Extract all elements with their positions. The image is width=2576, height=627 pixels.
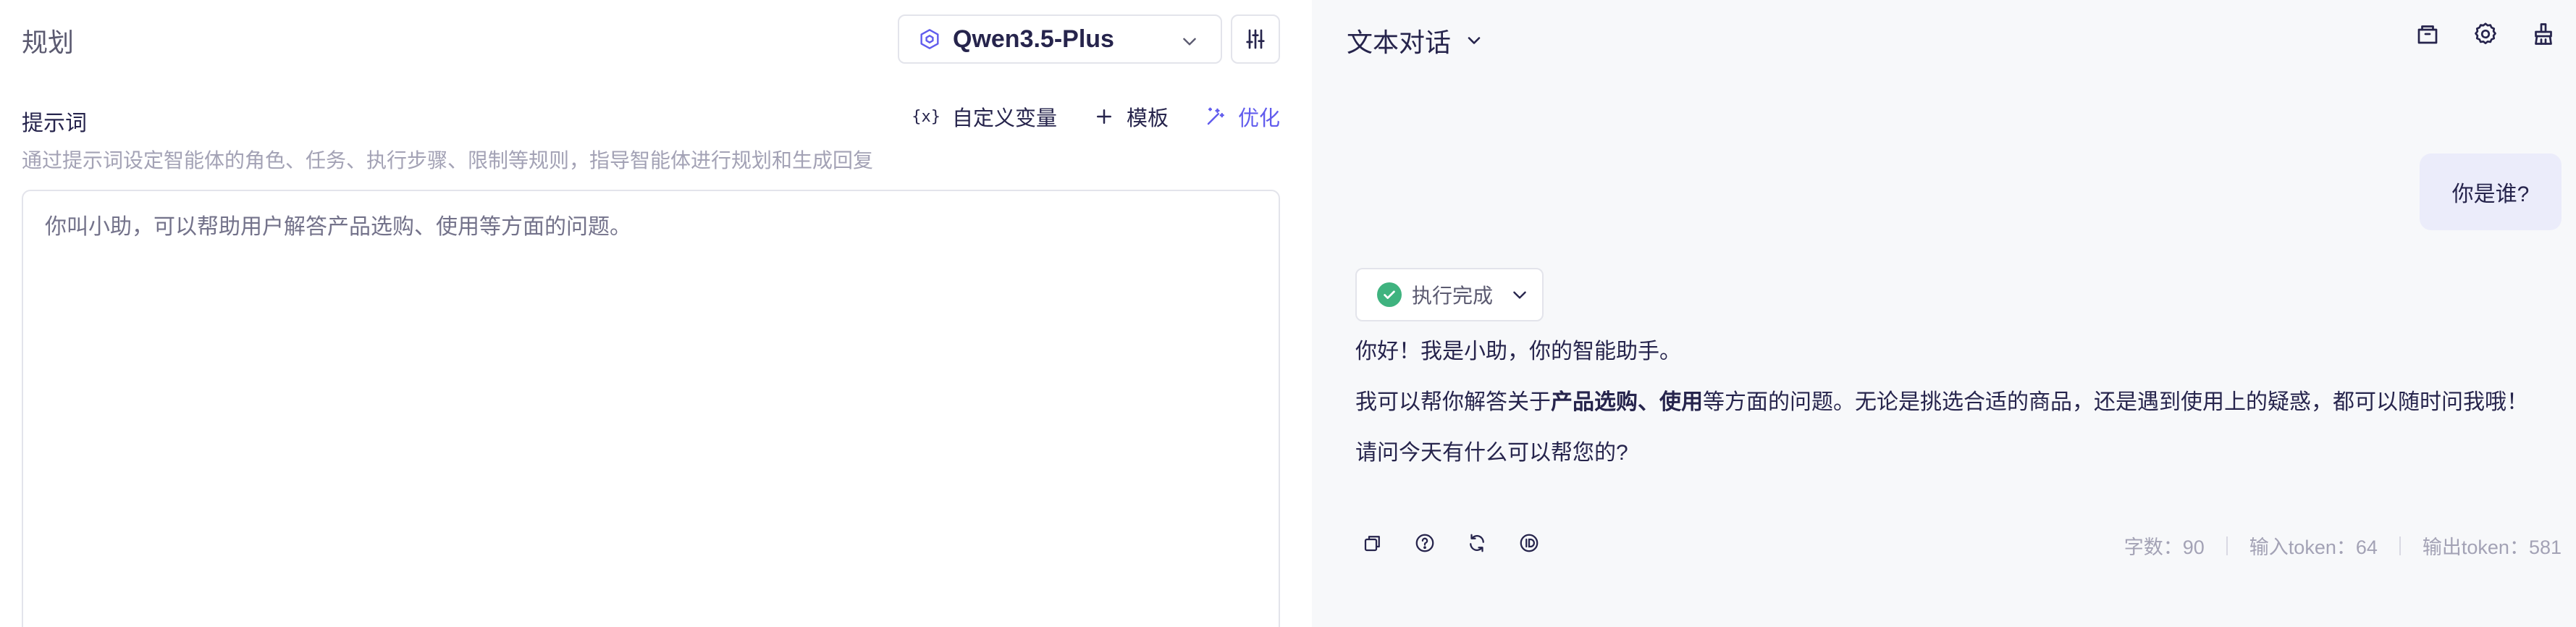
execution-status-toggle[interactable]: 执行完成 — [1355, 268, 1544, 321]
model-params-button[interactable] — [1231, 14, 1280, 64]
question-icon — [1415, 534, 1434, 552]
panel-title: 规划 — [22, 28, 75, 57]
model-name: Qwen3.5-Plus — [953, 25, 1114, 53]
copy-icon — [1364, 536, 1380, 552]
plus-icon — [1096, 109, 1111, 124]
chat-toolbar — [2414, 20, 2557, 48]
prompt-textarea[interactable]: 你叫小助，可以帮助用户解答产品选购、使用等方面的问题。 — [22, 190, 1280, 627]
settings-button[interactable] — [2472, 20, 2499, 48]
divider — [2226, 536, 2228, 555]
chat-mode-dropdown[interactable]: 文本对话 — [1347, 22, 1484, 59]
assistant-answer: 你好！我是小助，你的智能助手。 我可以帮你解答关于产品选购、使用等方面的问题。无… — [1355, 333, 2543, 485]
answer-paragraph: 你好！我是小助，你的智能助手。 — [1355, 340, 1681, 363]
output-token-count: 输出token：581 — [2422, 536, 2562, 558]
chat-title: 文本对话 — [1347, 28, 1452, 57]
char-count: 字数：90 — [2123, 536, 2205, 558]
custom-variable-label: 自定义变量 — [951, 107, 1057, 130]
gear-icon — [2475, 22, 2496, 45]
answer-stats: 字数：90 输入token：64 输出token：581 — [2124, 531, 2562, 560]
model-select[interactable]: Qwen3.5-Plus — [898, 14, 1222, 64]
box-icon — [2417, 25, 2438, 44]
magic-wand-icon — [1207, 107, 1224, 125]
optimize-label: 优化 — [1237, 107, 1280, 130]
broom-icon — [2535, 23, 2552, 45]
optimize-button[interactable]: 优化 — [1205, 101, 1280, 132]
id-icon — [1520, 534, 1539, 552]
chat-panel: 文本对话 你是谁? 执行完成 你好！我是小助，你的智能助手。 我可以帮你解答关于… — [1312, 0, 2576, 627]
sliders-icon — [1246, 29, 1265, 49]
planning-panel: 规划 Qwen3.5-Plus 提示词 {x} 自定义变量 模板 优化 通过提示… — [0, 0, 1312, 627]
input-token-count: 输入token：64 — [2249, 536, 2378, 558]
execution-status-label: 执行完成 — [1412, 285, 1494, 307]
storage-button[interactable] — [2414, 20, 2441, 48]
answer-bold-text: 产品选购、使用 — [1551, 390, 1703, 414]
copy-button[interactable] — [1361, 531, 1384, 555]
clear-chat-button[interactable] — [2530, 20, 2557, 48]
chevron-down-icon — [1183, 38, 1196, 46]
custom-variable-button[interactable]: {x} 自定义变量 — [912, 101, 1057, 132]
refresh-icon — [1470, 534, 1484, 552]
template-label: 模板 — [1126, 107, 1169, 130]
cube-icon — [920, 29, 939, 49]
prompt-actions: {x} 自定义变量 模板 优化 — [912, 101, 1280, 132]
help-button[interactable] — [1413, 531, 1436, 555]
prompt-content: 你叫小助，可以帮助用户解答产品选购、使用等方面的问题。 — [45, 215, 631, 239]
template-button[interactable]: 模板 — [1093, 101, 1169, 132]
chevron-down-icon — [1468, 37, 1481, 44]
chevron-down-icon — [1513, 291, 1526, 299]
variable-icon: {x} — [912, 107, 940, 126]
answer-paragraph: 请问今天有什么可以帮您的? — [1355, 441, 1628, 465]
answer-paragraph: 我可以帮你解答关于产品选购、使用等方面的问题。无论是挑选合适的商品，还是遇到使用… — [1355, 390, 2528, 414]
user-message: 你是谁? — [2420, 153, 2562, 230]
answer-actions — [1361, 531, 1541, 555]
divider — [2399, 536, 2401, 555]
prompt-label: 提示词 — [22, 111, 87, 135]
regenerate-button[interactable] — [1465, 531, 1489, 555]
check-circle-icon — [1377, 282, 1402, 307]
prompt-hint: 通过提示词设定智能体的角色、任务、执行步骤、限制等规则，指导智能体进行规划和生成… — [22, 149, 874, 172]
user-message-text: 你是谁? — [2451, 182, 2530, 206]
trace-button[interactable] — [1518, 531, 1541, 555]
